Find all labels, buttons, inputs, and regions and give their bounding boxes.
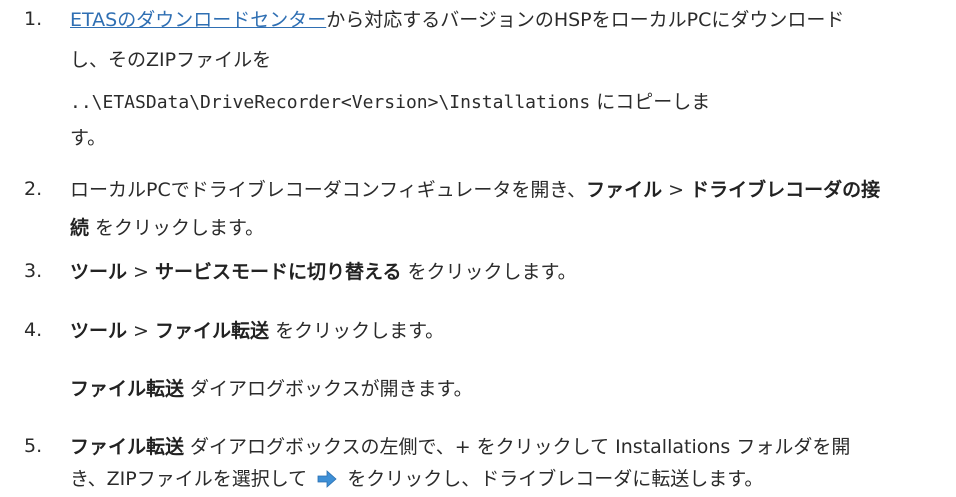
right-arrow-icon [317, 470, 337, 494]
step-5-line-2: き、ZIPファイルを選択して をクリックし、ドライブレコーダに転送します。 [70, 467, 763, 494]
step-5-line-1: ファイル転送 ダイアログボックスの左側で、+ をクリックして Installat… [70, 435, 850, 459]
installations-path: ..\ETASData\DriveRecorder<Version>\Insta… [70, 92, 591, 113]
step-2-tail: をクリックします。 [89, 217, 265, 239]
step-2-line-1: ローカルPCでドライブレコーダコンフィギュレータを開き、ファイル > ドライブレ… [70, 178, 880, 202]
step-1-line-3: ..\ETASData\DriveRecorder<Version>\Insta… [70, 90, 710, 115]
step-3-tail: をクリックします。 [401, 261, 577, 283]
step-2-line-2: 続 をクリックします。 [70, 216, 264, 240]
menu-connect-recorder-cont: 続 [70, 217, 90, 239]
step-5-text-tail: をクリックし、ドライブレコーダに転送します。 [341, 468, 764, 490]
step-number: 4. [24, 319, 43, 341]
step-number: 1. [24, 8, 43, 30]
step-1-text-cont: にコピーしま [590, 91, 711, 113]
step-5: 5. ファイル転送 ダイアログボックスの左側で、+ をクリックして Instal… [24, 435, 944, 497]
step-1: 1. ETASのダウンロードセンターから対応するバージョンのHSPをローカルPC… [24, 8, 944, 158]
step-2-text: ローカルPCでドライブレコーダコンフィギュレータを開き、 [70, 179, 587, 201]
step-1-line-4: す。 [70, 127, 107, 149]
dialog-name: ファイル転送 [70, 378, 185, 400]
step-4-line: ツール > ファイル転送 をクリックします。 [70, 319, 444, 343]
menu-file: ファイル [586, 179, 663, 201]
step-3: 3. ツール > サービスモードに切り替える をクリックします。 [24, 260, 944, 290]
step-3-line: ツール > サービスモードに切り替える をクリックします。 [70, 260, 577, 284]
step-1-line-2: し、そのZIPファイルを [70, 49, 272, 71]
step-5-text-pre: き、ZIPファイルを選択して [70, 468, 314, 490]
menu-separator: > [127, 320, 156, 342]
menu-separator: > [662, 179, 691, 201]
menu-tools: ツール [70, 261, 128, 283]
step-1-line-1: ETASのダウンロードセンターから対応するバージョンのHSPをローカルPCにダウ… [70, 8, 844, 32]
menu-service-mode: サービスモードに切り替える [155, 261, 402, 283]
step-4-result: ファイル転送 ダイアログボックスが開きます。 [70, 377, 473, 401]
dialog-name: ファイル転送 [70, 436, 185, 458]
step-4-tail: をクリックします。 [269, 320, 445, 342]
menu-separator: > [127, 261, 156, 283]
menu-tools: ツール [70, 320, 128, 342]
step-number: 5. [24, 435, 43, 457]
step-1-text: から対応するバージョンのHSPをローカルPCにダウンロード [326, 9, 845, 31]
step-4-result-text: ダイアログボックスが開きます。 [184, 378, 473, 400]
step-4: 4. ツール > ファイル転送 をクリックします。 ファイル転送 ダイアログボッ… [24, 319, 944, 409]
menu-file-transfer: ファイル転送 [155, 320, 270, 342]
etas-download-center-link[interactable]: ETASのダウンロードセンター [70, 9, 326, 31]
menu-connect-recorder: ドライブレコーダの接 [690, 179, 881, 201]
step-2: 2. ローカルPCでドライブレコーダコンフィギュレータを開き、ファイル > ドラ… [24, 178, 944, 248]
step-number: 3. [24, 260, 43, 282]
step-number: 2. [24, 178, 43, 200]
step-5-text: ダイアログボックスの左側で、+ をクリックして Installations フォ… [184, 436, 851, 458]
